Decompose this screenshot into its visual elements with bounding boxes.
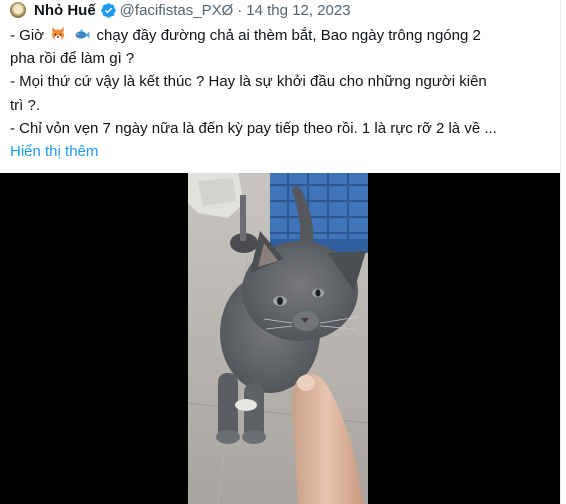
tweet-date[interactable]: 14 thg 12, 2023	[246, 2, 350, 19]
separator-dot: ·	[237, 1, 243, 19]
video-frame-illustration	[188, 173, 368, 504]
media-container[interactable]	[0, 173, 560, 504]
avatar[interactable]	[10, 2, 26, 18]
author-name[interactable]: Nhỏ Huế	[34, 2, 96, 19]
tweet-text-line: - Chỉ vỏn vẹn 7 ngày nữa là đến kỳ pay t…	[10, 119, 497, 137]
tweet-text-line: - Giờ chạy đầy đường chả ai thèm bắt, Ba…	[10, 24, 555, 47]
tweet-text: - Giờ chạy đầy đường chả ai thèm bắt, Ba…	[10, 24, 555, 163]
divider	[560, 0, 561, 504]
tweet-text-line: pha rồi để làm gì ?	[10, 50, 135, 68]
show-more-row: Hiển thị thêm	[10, 140, 555, 163]
show-more-link[interactable]: Hiển thị thêm	[10, 143, 98, 160]
text-segment: chạy đầy đường chả ai thèm bắt, Bao ngày…	[96, 27, 481, 44]
author-handle[interactable]: @facifistas_PXØ	[120, 2, 234, 19]
kitten-video[interactable]	[188, 173, 368, 504]
tweet[interactable]: Nhỏ Huế @facifistas_PXØ · 14 thg 12, 202…	[0, 0, 566, 504]
fish-emoji-icon	[74, 26, 90, 42]
tweet-header: Nhỏ Huế @facifistas_PXØ · 14 thg 12, 202…	[10, 0, 351, 20]
fox-emoji-icon	[50, 26, 66, 42]
verified-badge-icon[interactable]	[100, 2, 117, 19]
text-segment: - Giờ	[10, 27, 44, 44]
tweet-text-line: - Mọi thứ cứ vậy là kết thúc ? Hay là sự…	[10, 73, 487, 91]
tweet-text-line: trì ?.	[10, 96, 41, 114]
